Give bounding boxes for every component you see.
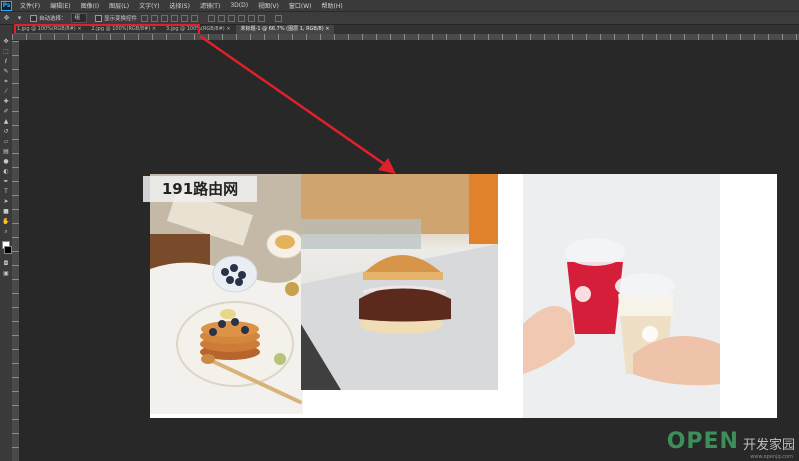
type-tool-icon[interactable]: T [2,188,10,196]
align-bottom-icon[interactable] [161,14,169,22]
menu-select[interactable]: 选择(S) [164,1,195,10]
shape-tool-icon[interactable]: ■ [2,208,10,216]
close-icon[interactable]: × [325,26,329,32]
zoom-tool-icon[interactable]: ⌕ [2,228,10,236]
menu-image[interactable]: 图像(I) [76,1,104,10]
menu-3d[interactable]: 3D(D) [225,2,253,9]
eyedropper-tool-icon[interactable]: ⁄ [2,88,10,96]
quick-mask-icon[interactable]: ◘ [2,260,10,268]
document-canvas[interactable] [150,174,777,418]
horizontal-ruler[interactable] [12,34,799,41]
align-buttons [141,14,199,22]
pen-tool-icon[interactable]: ✒ [2,178,10,186]
options-bar: ✥ ▾ 自动选择： 组 显示变换控件 [0,11,799,25]
auto-select-dropdown[interactable]: 组 [70,13,88,23]
footer-brand-cn: 开发家园 [742,438,795,453]
show-transform-checkbox[interactable] [95,14,103,22]
marquee-tool-icon[interactable]: ⬚ [2,48,10,56]
align-top-icon[interactable] [141,14,149,22]
pancake-photo [150,174,303,414]
tab-untitled-1[interactable]: 未标题-1 @ 66.7% (图层 1, RGB/8) × [235,25,335,34]
auto-align-icon[interactable] [275,14,283,22]
pancake-illustration [150,174,303,414]
move-tool-icon[interactable]: ✥ [2,38,10,46]
auto-select-label: 自动选择： [39,16,67,22]
screen-mode-icon[interactable]: ▣ [2,270,10,278]
eraser-tool-icon[interactable]: ▱ [2,138,10,146]
footer-url: www.openjq.com [750,454,793,460]
distribute-bottom-icon[interactable] [228,14,236,22]
menu-help[interactable]: 帮助(H) [317,1,348,10]
hand-tool-icon[interactable]: ✋ [2,218,10,226]
history-brush-tool-icon[interactable]: ↺ [2,128,10,136]
crop-tool-icon[interactable]: ⌗ [2,78,10,86]
distribute-right-icon[interactable] [258,14,266,22]
clone-tool-icon[interactable]: ▲ [2,118,10,126]
menu-layer[interactable]: 图层(L) [104,1,134,10]
watermark-text: 191路由网 [143,176,257,202]
lasso-tool-icon[interactable]: ℓ [2,58,10,66]
align-left-icon[interactable] [171,14,179,22]
distribute-buttons [208,14,266,22]
dodge-tool-icon[interactable]: ◐ [2,168,10,176]
drinks-illustration [523,174,720,418]
menu-type[interactable]: 文字(Y) [134,1,164,10]
distribute-center-icon[interactable] [248,14,256,22]
burger-photo [301,174,498,390]
tools-panel: ✥ ⬚ ℓ ✎ ⌗ ⁄ ✚ ✐ ▲ ↺ ▱ ▤ ● ◐ ✒ T ➤ ■ ✋ ⌕ … [0,25,12,461]
burger-illustration [301,174,498,390]
auto-align-buttons [275,14,283,22]
menu-view[interactable]: 视图(V) [253,1,284,10]
gradient-tool-icon[interactable]: ▤ [2,148,10,156]
blur-tool-icon[interactable]: ● [2,158,10,166]
chevron-down-icon[interactable]: ▾ [15,14,24,22]
menu-filter[interactable]: 滤镜(T) [195,1,225,10]
brush-tool-icon[interactable]: ✐ [2,108,10,116]
menu-bar: Ps 文件(F) 编辑(E) 图像(I) 图层(L) 文字(Y) 选择(S) 滤… [0,0,799,11]
photoshop-logo: Ps [1,0,12,11]
footer-brand: OPEN 开发家园 [666,429,795,454]
menu-file[interactable]: 文件(F) [15,1,45,10]
align-center-icon[interactable] [181,14,189,22]
healing-tool-icon[interactable]: ✚ [2,98,10,106]
show-transform-label: 显示变换控件 [104,16,138,22]
move-tool-icon[interactable]: ✥ [2,14,11,22]
menu-window[interactable]: 窗口(W) [284,1,317,10]
quick-select-tool-icon[interactable]: ✎ [2,68,10,76]
distribute-left-icon[interactable] [238,14,246,22]
distribute-middle-icon[interactable] [218,14,226,22]
vertical-ruler[interactable] [12,41,19,461]
align-right-icon[interactable] [191,14,199,22]
path-select-tool-icon[interactable]: ➤ [2,198,10,206]
background-color-swatch[interactable] [4,246,12,254]
align-middle-icon[interactable] [151,14,159,22]
drinks-photo [523,174,720,418]
auto-select-checkbox[interactable] [30,14,37,22]
footer-brand-logo: OPEN [666,429,739,454]
close-icon[interactable]: × [226,26,230,32]
distribute-top-icon[interactable] [208,14,216,22]
menu-edit[interactable]: 编辑(E) [45,1,75,10]
